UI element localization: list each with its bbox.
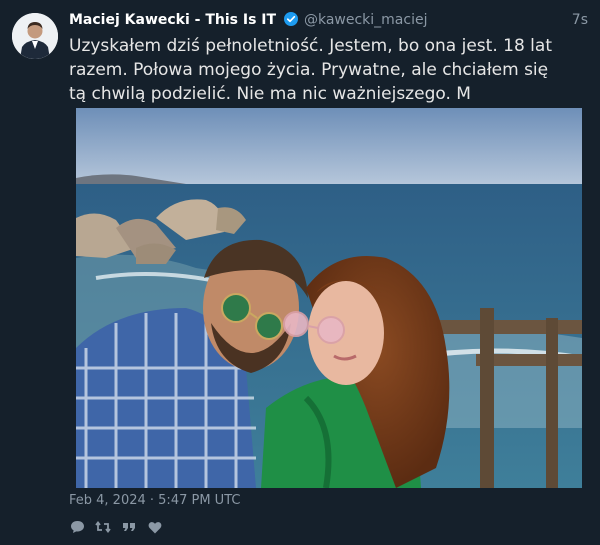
verified-badge-icon [283, 12, 298, 26]
author-avatar[interactable] [12, 13, 58, 59]
quote-icon[interactable] [121, 519, 137, 535]
tweet-date[interactable]: Feb 4, 2024 · 5:47 PM UTC [69, 493, 240, 508]
author-name[interactable]: Maciej Kawecki - This Is IT [69, 12, 276, 28]
tweet-photo[interactable] [76, 108, 582, 488]
retweet-icon[interactable] [95, 519, 111, 535]
heart-icon[interactable] [147, 519, 163, 535]
tweet-actions [69, 518, 163, 536]
tweet: Maciej Kawecki - This Is IT @kawecki_mac… [0, 0, 600, 545]
tweet-time[interactable]: 7s [572, 10, 588, 30]
tweet-header: Maciej Kawecki - This Is IT @kawecki_mac… [69, 10, 588, 30]
author-handle[interactable]: @kawecki_maciej [304, 12, 428, 28]
comment-icon[interactable] [69, 519, 85, 535]
tweet-text: Uzyskałem dziś pełnoletniość. Jestem, bo… [69, 36, 552, 104]
